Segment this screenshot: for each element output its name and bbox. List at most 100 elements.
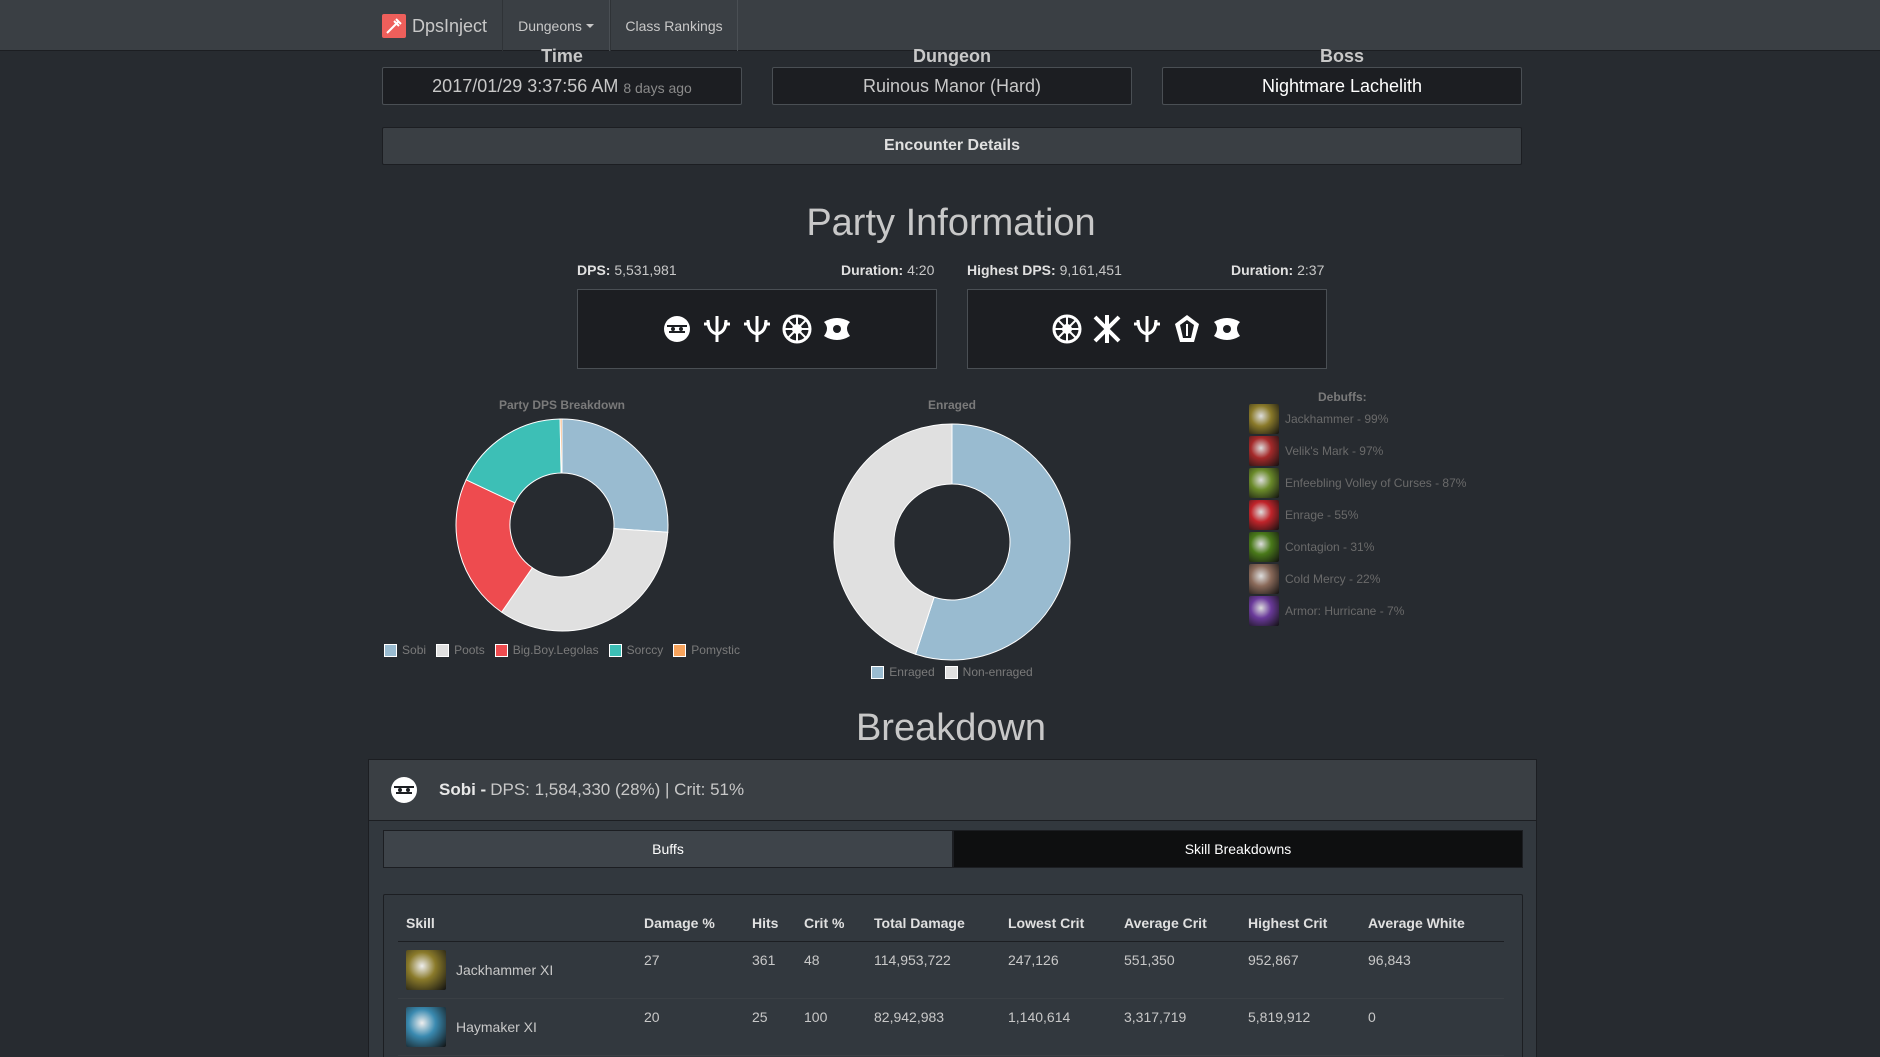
legend-swatch — [436, 643, 450, 657]
legend-label: Enraged — [889, 665, 935, 679]
encounter-details-button[interactable]: Encounter Details — [382, 127, 1522, 165]
table-header-row: Skill Damage % Hits Crit % Total Damage Lowes… — [398, 915, 1504, 942]
curses-icon — [1249, 468, 1279, 498]
player-breakdown-panel: Sobi - DPS: 1,584,330 (28%) | Crit: 51% … — [368, 759, 1537, 1057]
legend-label: Non-enraged — [962, 665, 1033, 679]
dungeon-value: Ruinous Manor (Hard) — [862, 75, 1042, 96]
legend-item[interactable]: Sorccy — [608, 643, 664, 657]
slice-poots[interactable] — [500, 528, 669, 632]
highest-dps: Highest DPS: 9,161,451 — [967, 262, 1122, 278]
skill-name: Haymaker XI — [456, 1019, 537, 1035]
table-cell: 25 — [744, 998, 796, 1056]
contagion-icon — [1249, 532, 1279, 562]
table-cell: 82,942,983 — [866, 998, 1000, 1056]
player-header[interactable]: Sobi - DPS: 1,584,330 (28%) | Crit: 51% — [369, 760, 1536, 821]
legend-swatch — [944, 665, 958, 679]
legend-swatch — [673, 643, 687, 657]
legend-item[interactable]: Non-enraged — [944, 665, 1033, 679]
party-information-heading: Party Information — [806, 202, 1096, 244]
jackhammer-icon — [1249, 404, 1279, 434]
encounter-details-label: Encounter Details — [883, 137, 1021, 154]
column-header[interactable]: Average White — [1360, 915, 1504, 942]
warlock-icon — [1210, 312, 1244, 346]
column-header[interactable]: Crit % — [796, 915, 866, 942]
chart-title-party-dps: Party DPS Breakdown — [498, 398, 626, 412]
table-cell: 952,867 — [1240, 941, 1360, 999]
legend-swatch — [494, 643, 508, 657]
debuff-label: Velik's Mark - 97% — [1285, 444, 1384, 458]
skill-cell: Haymaker XI — [398, 998, 636, 1056]
debuff-label: Cold Mercy - 22% — [1285, 572, 1381, 586]
highest-duration-value: 2:37 — [1297, 262, 1325, 278]
legend-label: Pomystic — [691, 643, 740, 657]
legend-item[interactable]: Pomystic — [673, 643, 740, 657]
breakdown-tabs: Buffs Skill Breakdowns — [383, 830, 1523, 868]
slice-sobi[interactable] — [561, 418, 669, 533]
party-dps-legend: Sobi Poots Big.Boy.Legolas Sorccy Pomystic — [382, 643, 742, 657]
tab-buffs[interactable]: Buffs — [383, 830, 953, 868]
table-row: Haymaker XI 20 25 100 82,942,983 1,140,614 3,3… — [398, 998, 1504, 1056]
column-header[interactable]: Hits — [744, 915, 796, 942]
legend-item[interactable]: Big.Boy.Legolas — [494, 643, 599, 657]
summoner-icon — [1130, 312, 1164, 346]
summoner-icon — [740, 312, 774, 346]
table-cell: 1,140,614 — [1000, 998, 1116, 1056]
hurricane-icon — [1249, 596, 1279, 626]
veliks-mark-icon — [1249, 436, 1279, 466]
table-cell: 5,819,912 — [1240, 998, 1360, 1056]
summoner-icon — [700, 312, 734, 346]
dungeon-field: Ruinous Manor (Hard) — [772, 67, 1132, 105]
column-header[interactable]: Total Damage — [866, 915, 1000, 942]
table-cell: 247,126 — [1000, 941, 1116, 999]
table-cell: 20 — [636, 998, 744, 1056]
legend-item[interactable]: Enraged — [871, 665, 935, 679]
nav-class-rankings[interactable]: Class Rankings — [610, 0, 738, 51]
column-header[interactable]: Highest Crit — [1240, 915, 1360, 942]
time-ago: 8 days ago — [623, 79, 692, 96]
warlock-icon — [820, 312, 854, 346]
legend-swatch — [871, 665, 885, 679]
table-cell: 361 — [744, 941, 796, 999]
boss-field: Nightmare Lachelith — [1162, 67, 1522, 105]
brand[interactable]: DpsInject — [382, 13, 487, 39]
debuff-item: Enfeebling Volley of Curses - 87% — [1249, 467, 1466, 499]
legend-label: Big.Boy.Legolas — [512, 643, 599, 657]
legend-label: Sorccy — [626, 643, 664, 657]
debuff-item: Jackhammer - 99% — [1249, 403, 1466, 435]
highest-duration-label: Duration: — [1231, 262, 1294, 278]
skill-name: Jackhammer XI — [456, 962, 554, 978]
debuff-label: Enfeebling Volley of Curses - 87% — [1285, 476, 1467, 490]
party-duration-label: Duration: — [841, 262, 904, 278]
column-header[interactable]: Lowest Crit — [1000, 915, 1116, 942]
highest-dps-value: 9,161,451 — [1059, 262, 1122, 278]
tab-skill-breakdowns[interactable]: Skill Breakdowns — [953, 830, 1523, 868]
legend-label: Sobi — [402, 643, 427, 657]
kung-fu-master-icon — [1170, 312, 1204, 346]
legend-item[interactable]: Poots — [436, 643, 485, 657]
destroyer-icon — [660, 312, 694, 346]
table-row: Jackhammer XI 27 361 48 114,953,722 247,126 55… — [398, 941, 1504, 999]
skill-table: Skill Damage % Hits Crit % Total Damage Lowes… — [398, 915, 1504, 1056]
highest-duration: Duration: 2:37 — [1231, 262, 1324, 278]
legend-item[interactable]: Sobi — [384, 643, 426, 657]
cold-mercy-icon — [1249, 564, 1279, 594]
skill-cell: Jackhammer XI — [398, 941, 636, 999]
debuff-item: Velik's Mark - 97% — [1249, 435, 1466, 467]
breakdown-heading: Breakdown — [855, 707, 1047, 749]
enrage-icon — [1249, 500, 1279, 530]
nav-class-rankings-label: Class Rankings — [625, 17, 723, 34]
table-cell: 27 — [636, 941, 744, 999]
nav-dungeons-label: Dungeons — [518, 17, 582, 34]
table-cell: 0 — [1360, 998, 1504, 1056]
column-header[interactable]: Damage % — [636, 915, 744, 942]
column-header[interactable]: Average Crit — [1116, 915, 1240, 942]
party-duration: Duration: 4:20 — [841, 262, 934, 278]
table-body: Jackhammer XI 27 361 48 114,953,722 247,126 55… — [398, 941, 1504, 1056]
column-header[interactable]: Skill — [398, 915, 636, 942]
party-dps: DPS: 5,531,981 — [577, 262, 677, 278]
table-cell: 3,317,719 — [1116, 998, 1240, 1056]
nav-dungeons-dropdown[interactable]: Dungeons — [502, 0, 610, 51]
enraged-donut-chart — [833, 423, 1071, 661]
table-cell: 114,953,722 — [866, 941, 1000, 999]
boss-value: Nightmare Lachelith — [1261, 75, 1423, 96]
